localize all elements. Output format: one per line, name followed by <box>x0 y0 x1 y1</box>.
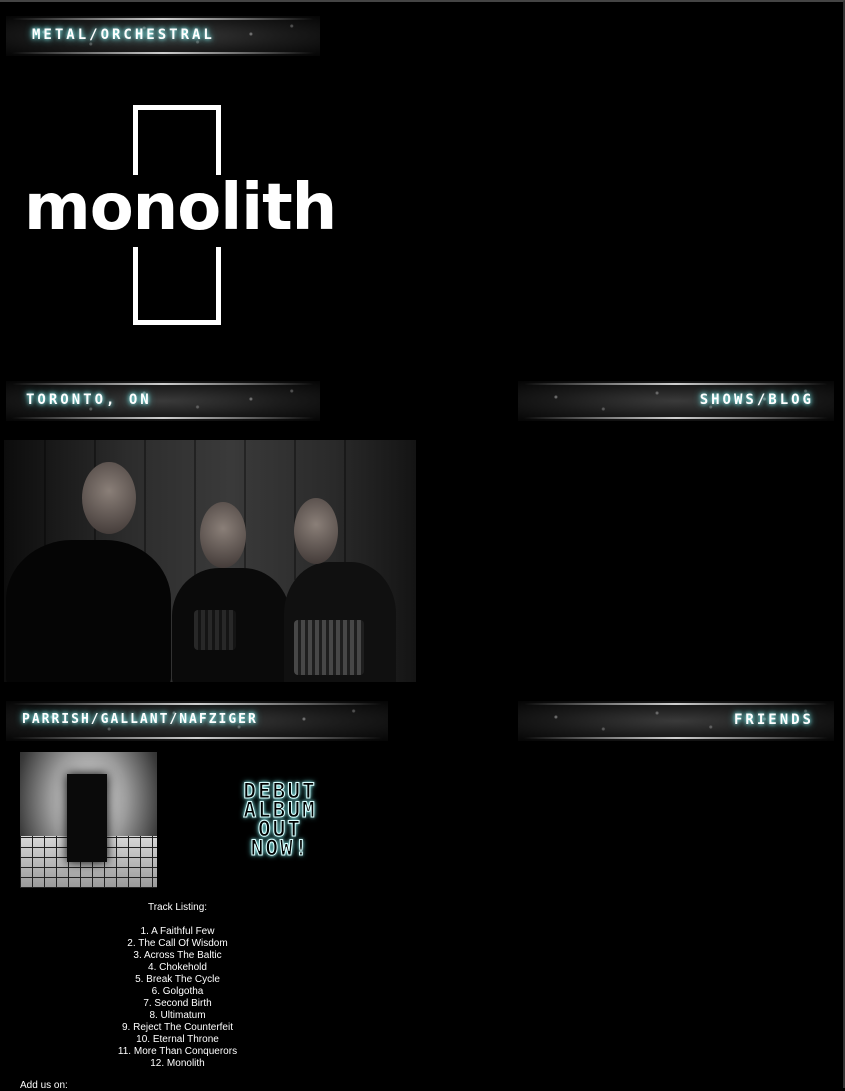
add-us-label: Add us on: <box>20 1080 68 1091</box>
band-member-right-head <box>294 498 338 564</box>
track-item: 1. A Faithful Few <box>140 926 215 937</box>
genre-banner: METAL/ORCHESTRAL <box>6 16 320 56</box>
logo-text: monolith <box>24 171 337 245</box>
track-item: 12. Monolith <box>150 1058 205 1069</box>
genre-banner-text: METAL/ORCHESTRAL <box>32 27 215 43</box>
friends-banner-text[interactable]: FRIENDS <box>734 712 814 728</box>
band-photo <box>4 440 416 682</box>
shows-banner-text[interactable]: SHOWS/BLOG <box>700 392 814 408</box>
members-banner: PARRISH/GALLANT/NAFZIGER <box>6 701 388 741</box>
band-member-left-head <box>82 462 136 534</box>
track-item: 8. Ultimatum <box>149 1010 206 1021</box>
location-banner: TORONTO, ON <box>6 381 320 421</box>
track-item: 7. Second Birth <box>143 998 212 1009</box>
track-listing-heading: Track Listing: <box>147 902 208 913</box>
wall-plank <box>244 440 246 580</box>
friends-banner[interactable]: FRIENDS <box>518 701 834 741</box>
track-item: 4. Chokehold <box>148 962 207 973</box>
location-banner-text: TORONTO, ON <box>26 392 152 408</box>
album-cover-monolith <box>67 774 107 862</box>
shows-banner[interactable]: SHOWS/BLOG <box>518 381 834 421</box>
track-item: 11. More Than Conquerors <box>117 1046 238 1057</box>
band-logo: monolith <box>20 100 350 340</box>
band-member-left <box>6 540 171 682</box>
track-item: 10. Eternal Throne <box>136 1034 219 1045</box>
band-member-middle-shirt-print <box>194 610 236 650</box>
wall-plank <box>294 440 296 580</box>
band-member-middle-head <box>200 502 246 568</box>
album-cover[interactable] <box>20 752 157 888</box>
band-member-right-shirt-print <box>294 620 364 675</box>
debut-album-promo: DEBUT ALBUM OUT NOW! <box>200 780 360 860</box>
track-item: 5. Break The Cycle <box>135 974 220 985</box>
promo-line-4: NOW! <box>250 836 310 860</box>
wall-plank <box>194 440 196 580</box>
track-listing: Track Listing: 1. A Faithful Few 2. The … <box>60 902 295 1070</box>
members-banner-text: PARRISH/GALLANT/NAFZIGER <box>22 712 258 727</box>
track-item: 6. Golgotha <box>151 986 204 997</box>
track-item: 9. Reject The Counterfeit <box>122 1022 233 1033</box>
track-item: 2. The Call Of Wisdom <box>127 938 228 949</box>
track-item: 3. Across The Baltic <box>133 950 222 961</box>
wall-plank <box>344 440 346 580</box>
